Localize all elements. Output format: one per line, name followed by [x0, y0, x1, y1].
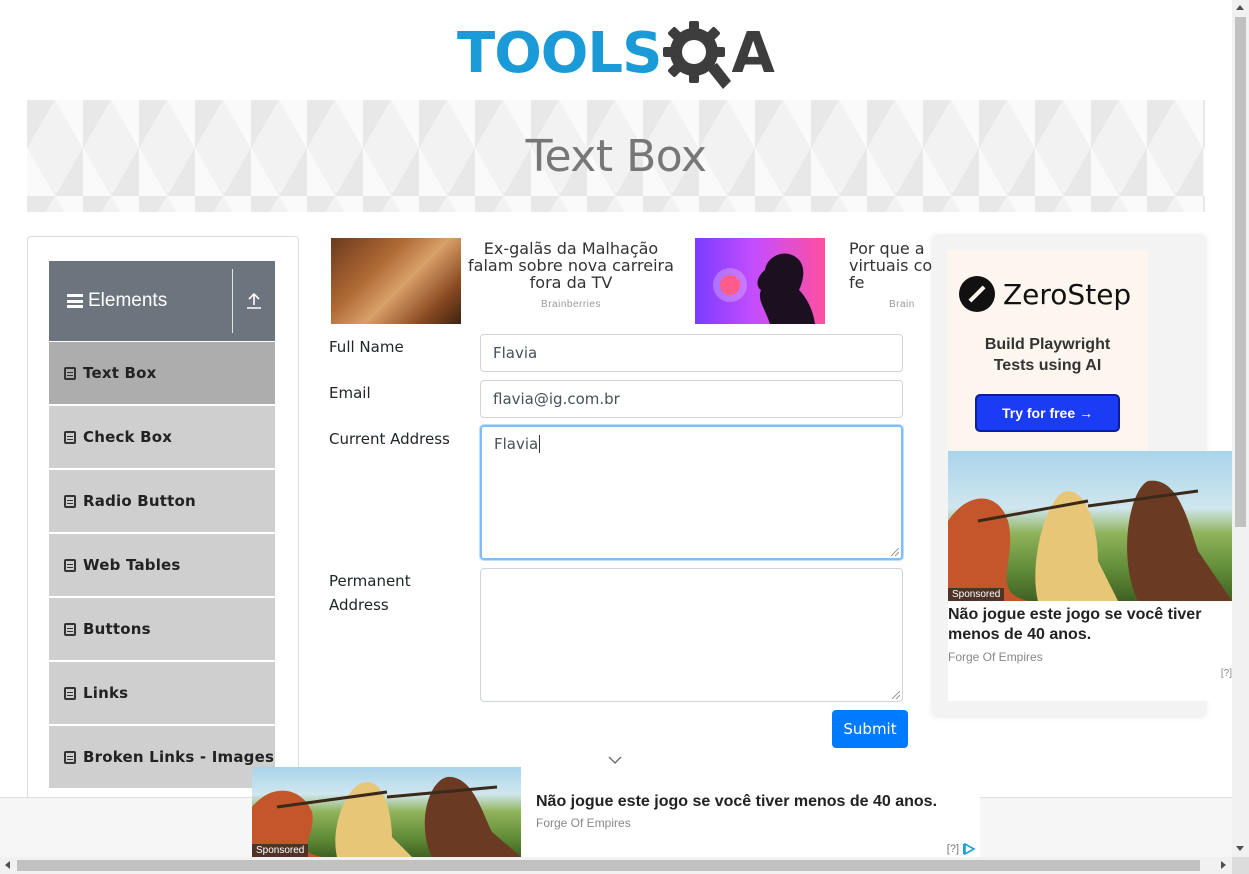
sidebar-item-broken-links[interactable]: Broken Links - Images: [49, 726, 275, 788]
hamburger-icon: [67, 292, 83, 311]
ad-headline: Ex-galãs da Malhação falam sobre nova ca…: [468, 239, 674, 292]
sidebar-item-buttons[interactable]: Buttons: [49, 598, 275, 660]
scroll-down-arrow-icon[interactable]: [1236, 846, 1244, 851]
toolsqa-logo[interactable]: TOOLS A: [457, 16, 781, 92]
vertical-scroll-thumb[interactable]: [1235, 17, 1246, 527]
full-name-label: Full Name: [329, 338, 404, 356]
try-for-free-button[interactable]: Try for free →: [975, 394, 1120, 432]
forge-of-empires-ad[interactable]: Sponsored Não jogue este jogo se você ti…: [948, 451, 1232, 701]
sidebar-item-label: Links: [83, 684, 129, 702]
document-icon: [64, 366, 76, 380]
ad-source: Brainberries: [541, 299, 601, 310]
elements-group-header[interactable]: Elements: [49, 261, 275, 341]
vertical-scrollbar[interactable]: [1232, 0, 1249, 857]
sidebar-item-check-box[interactable]: Check Box: [49, 406, 275, 468]
elements-group-title[interactable]: Elements: [49, 290, 232, 312]
document-icon: [64, 558, 76, 572]
email-label: Email: [329, 384, 371, 402]
sidebar-item-links[interactable]: Links: [49, 662, 275, 724]
left-panel: Elements Text Box Check Box Radio Button…: [27, 236, 299, 806]
sidebar-item-label: Radio Button: [83, 492, 196, 510]
horizontal-scrollbar[interactable]: [0, 857, 1232, 874]
ad-choices-icon[interactable]: [?]: [1221, 668, 1232, 679]
logo-tools-text: TOOLS: [457, 21, 662, 86]
zerostep-tagline-line1: Build Playwright: [984, 336, 1111, 353]
collapse-up-icon[interactable]: [233, 292, 275, 310]
game-ad-source: Forge Of Empires: [948, 650, 1043, 664]
full-name-input[interactable]: Flavia: [480, 334, 903, 372]
email-input[interactable]: flavia@ig.com.br: [480, 380, 903, 418]
current-address-value: Flavia: [494, 435, 539, 453]
zerostep-logo: ZeroStep: [959, 276, 1131, 312]
sidebar-item-text-box[interactable]: Text Box: [49, 342, 275, 404]
ad-thumbnail: [331, 238, 461, 324]
sidebar-item-label: Buttons: [83, 620, 151, 638]
resize-grip-icon[interactable]: [891, 548, 899, 556]
horizontal-scroll-thumb[interactable]: [17, 860, 1200, 871]
ad-choices-label: [?]: [946, 843, 959, 855]
sidebar-item-label: Broken Links - Images: [83, 748, 275, 766]
sidebar-item-label: Check Box: [83, 428, 173, 446]
chevron-down-icon[interactable]: [607, 752, 623, 768]
zerostep-logo-icon: [959, 276, 995, 312]
elements-group-label: Elements: [88, 290, 168, 311]
scroll-up-arrow-icon[interactable]: [1236, 5, 1244, 10]
document-icon: [64, 686, 76, 700]
text-cursor: ​: [539, 435, 541, 453]
elements-menu: Text Box Check Box Radio Button Web Tabl…: [49, 342, 275, 790]
permanent-address-textarea[interactable]: [480, 568, 903, 702]
scroll-left-arrow-icon[interactable]: [5, 861, 10, 869]
ad-thumbnail: [695, 238, 825, 324]
sponsored-label: Sponsored: [948, 588, 1005, 601]
sidebar-item-radio-button[interactable]: Radio Button: [49, 470, 275, 532]
bottom-ad-image: Sponsored: [252, 767, 521, 857]
current-address-label: Current Address: [329, 430, 450, 448]
zerostep-ad[interactable]: ZeroStep Build Playwright Tests using AI…: [947, 250, 1148, 450]
bottom-ad-source: Forge Of Empires: [536, 816, 631, 830]
current-address-textarea[interactable]: Flavia​: [480, 425, 903, 560]
sponsored-label: Sponsored: [252, 844, 309, 857]
document-icon: [64, 494, 76, 508]
ad-headline: Por que a virtuais co vozes fe: [849, 239, 935, 292]
ad-choices-icon: [963, 843, 976, 855]
permanent-address-label-line1: Permanent: [329, 572, 411, 590]
document-icon: [64, 750, 76, 764]
logo-a-text: A: [731, 21, 775, 86]
zerostep-brand: ZeroStep: [1003, 277, 1132, 311]
scroll-right-arrow-icon[interactable]: [1221, 861, 1226, 869]
sidebar-item-web-tables[interactable]: Web Tables: [49, 534, 275, 596]
group-divider: [232, 269, 233, 333]
full-name-value: Flavia: [493, 344, 538, 362]
bottom-ad-text: Não jogue este jogo se você tiver menos …: [521, 767, 980, 857]
gear-icon: [661, 19, 732, 89]
ad-source: Brain: [889, 299, 915, 310]
game-ad-title: Não jogue este jogo se você tiver menos …: [948, 606, 1202, 643]
scrollbar-corner: [1232, 857, 1249, 874]
page-banner: Text Box: [27, 100, 1205, 212]
document-icon: [64, 430, 76, 444]
ad-card-voices[interactable]: Por que a virtuais co vozes fe Brain: [695, 238, 935, 324]
sidebar-item-label: Text Box: [83, 364, 157, 382]
bottom-ad-title: Não jogue este jogo se você tiver menos …: [536, 793, 938, 810]
zerostep-tagline-line2: Tests using AI: [993, 357, 1102, 374]
resize-grip-icon[interactable]: [892, 691, 900, 699]
bottom-ad[interactable]: Sponsored Não jogue este jogo se você ti…: [252, 767, 980, 857]
email-value: flavia@ig.com.br: [493, 390, 620, 408]
ad-card-malhacao[interactable]: Ex-galãs da Malhação falam sobre nova ca…: [331, 238, 679, 324]
game-ad-image: Sponsored: [948, 451, 1232, 601]
permanent-address-label: Permanent Address: [329, 569, 411, 617]
document-icon: [64, 622, 76, 636]
bottom-ad-choices[interactable]: [?]: [947, 843, 977, 855]
permanent-address-label-line2: Address: [329, 596, 389, 614]
page-title: Text Box: [525, 130, 707, 182]
submit-button[interactable]: Submit: [832, 710, 908, 748]
zerostep-tagline: Build Playwright Tests using AI: [947, 334, 1148, 376]
sidebar-item-label: Web Tables: [83, 556, 181, 574]
